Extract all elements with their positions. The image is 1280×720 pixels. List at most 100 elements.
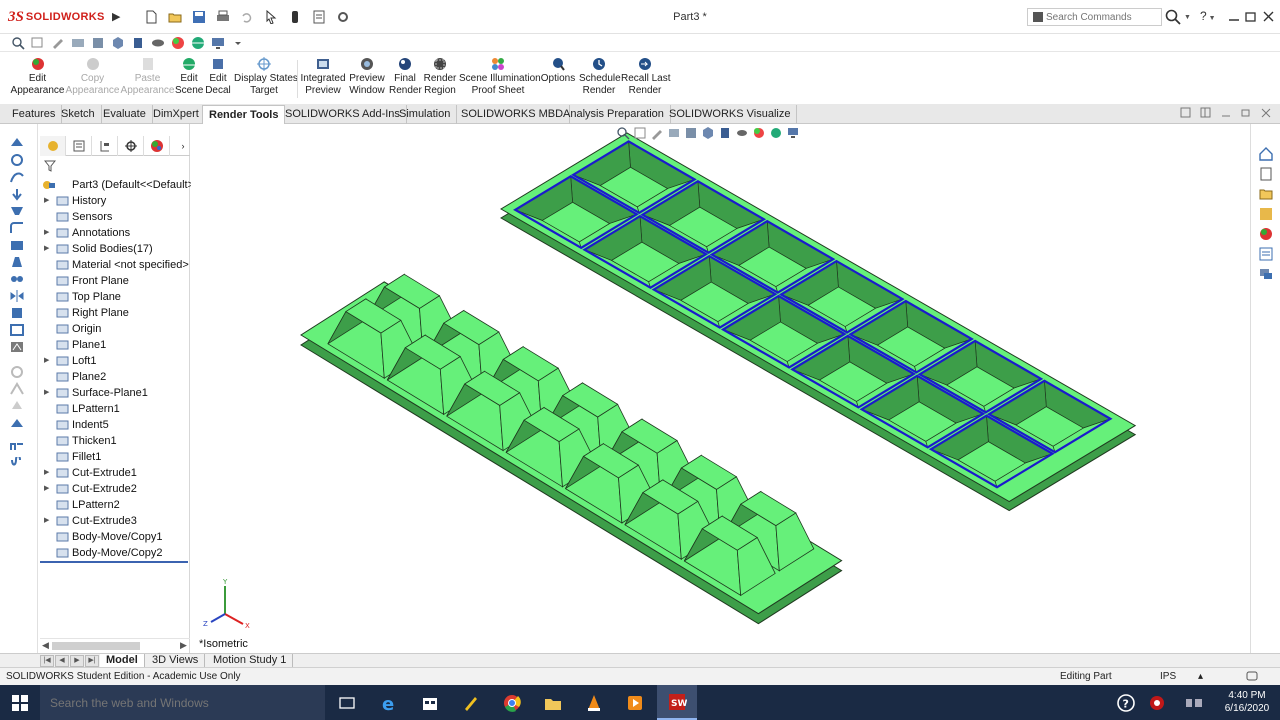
wrap-icon[interactable] (9, 323, 25, 337)
maximize-icon[interactable] (1243, 9, 1259, 25)
scroll-left-icon[interactable]: ◀ (42, 640, 49, 651)
edit-scene-button[interactable]: Edit Scene (175, 56, 203, 102)
section-view-icon[interactable] (70, 35, 86, 51)
first-tab-icon[interactable]: |◀ (40, 655, 54, 667)
tree-node[interactable]: Origin (40, 321, 190, 337)
expand-arrow-icon[interactable]: ▶ (44, 481, 52, 497)
helix-icon[interactable] (9, 457, 25, 471)
tree-node[interactable]: Sensors (40, 209, 190, 225)
last-tab-icon[interactable]: ▶| (85, 655, 99, 667)
tree-node[interactable]: ▶ Loft1 (40, 353, 190, 369)
select-arrow-icon[interactable] (262, 9, 280, 25)
expand-arrow-icon[interactable]: ▶ (44, 193, 52, 209)
reference-geometry-icon[interactable] (9, 417, 25, 431)
options-button[interactable]: Options (539, 56, 577, 102)
schedule-render-button[interactable]: Schedule Render (579, 56, 621, 102)
view-settings-icon[interactable] (786, 126, 800, 140)
tab-analysis-preparation[interactable]: Analysis Preparation (557, 105, 671, 124)
rib-icon[interactable] (9, 306, 25, 320)
task-view-icon[interactable] (327, 685, 367, 720)
scene-illumination-proof-sheet-button[interactable]: Scene Illumination Proof Sheet (459, 56, 541, 102)
curves-disabled-icon[interactable] (9, 365, 25, 379)
doc-restore-icon[interactable] (1240, 107, 1252, 119)
mirror-icon[interactable] (9, 289, 25, 303)
close-icon[interactable] (1261, 9, 1277, 25)
extrude-boss-icon[interactable] (9, 136, 25, 150)
next-tab-icon[interactable]: ▶ (70, 655, 84, 667)
featuremanager-tab[interactable] (40, 136, 66, 156)
tab-dimxpert[interactable]: DimXpert (147, 105, 206, 124)
tree-node[interactable]: Indent5 (40, 417, 190, 433)
tree-node[interactable]: ▶ History (40, 193, 190, 209)
traffic-light-icon[interactable] (286, 9, 304, 25)
loft-icon[interactable] (9, 204, 25, 218)
doc-minimize-icon[interactable] (1220, 107, 1232, 119)
tab-motion-study-1[interactable]: Motion Study 1 (207, 654, 294, 668)
save-icon[interactable] (190, 9, 208, 25)
appearances-scenes-icon[interactable] (1258, 226, 1274, 242)
intersect-icon[interactable] (9, 340, 25, 354)
tree-node[interactable]: ▶ Annotations (40, 225, 190, 241)
tab-sketch[interactable]: Sketch (55, 105, 102, 124)
vlc-player-icon[interactable] (574, 685, 614, 720)
view-orientation-icon[interactable] (110, 35, 126, 51)
final-render-button[interactable]: Final Render (389, 56, 422, 102)
tab-solidworks-mbd[interactable]: SOLIDWORKS MBD (455, 105, 571, 124)
file-explorer-icon[interactable] (1258, 206, 1274, 222)
tree-node[interactable]: Right Plane (40, 305, 190, 321)
solidworks-logo[interactable]: 3S SOLIDWORKS (8, 8, 105, 26)
tree-node[interactable]: Plane1 (40, 337, 190, 353)
home-icon[interactable] (1258, 146, 1274, 162)
scroll-right-icon[interactable]: ▶ (180, 640, 187, 651)
tree-root-part[interactable]: Part3 (Default<<Default> (40, 177, 194, 193)
zoom-to-fit-icon[interactable] (10, 35, 26, 51)
hide-show-items-icon[interactable] (735, 126, 749, 140)
tab-solidworks-add-ins[interactable]: SOLIDWORKS Add-Ins (279, 105, 407, 124)
tree-node[interactable]: Thicken1 (40, 433, 190, 449)
tree-node[interactable]: ▶ Solid Bodies(17) (40, 241, 190, 257)
menu-expand-arrow-icon[interactable]: ▶ (112, 10, 122, 24)
configurationmanager-tab[interactable] (92, 136, 118, 156)
resources-icon[interactable] (1258, 166, 1274, 182)
tree-node[interactable]: Body-Move/Copy1 (40, 529, 190, 545)
undo-icon[interactable] (238, 9, 256, 25)
expand-arrow-icon[interactable]: ▶ (44, 513, 52, 529)
unit-system[interactable]: IPS (1160, 671, 1176, 682)
instant3d-disabled-icon[interactable] (9, 399, 25, 413)
expand-arrow-icon[interactable]: ▶ (44, 385, 52, 401)
tab-simulation[interactable]: Simulation (393, 105, 458, 124)
shell-icon[interactable] (9, 238, 25, 252)
edit-appearance-icon[interactable] (170, 35, 186, 51)
start-button[interactable] (0, 685, 40, 720)
tree-node[interactable]: LPattern2 (40, 497, 190, 513)
fillet-icon[interactable] (9, 221, 25, 235)
search-commands-input[interactable] (1046, 10, 1158, 24)
pen-tool-icon[interactable] (451, 685, 491, 720)
rollback-bar[interactable] (40, 561, 188, 563)
doc-close-icon[interactable] (1260, 107, 1272, 119)
view-settings-icon[interactable] (210, 35, 226, 51)
tree-node[interactable]: ▶ Cut-Extrude3 (40, 513, 190, 529)
help-tray-icon[interactable]: ? (1106, 685, 1146, 720)
render-region-button[interactable]: Render Region (423, 56, 457, 102)
tree-node[interactable]: Fillet1 (40, 449, 190, 465)
tab-evaluate[interactable]: Evaluate (97, 105, 153, 124)
graphics-area[interactable]: Y X Z *Isometric (191, 124, 1250, 654)
search-icon[interactable]: ▼ (1165, 8, 1193, 26)
new-document-icon[interactable] (142, 9, 160, 25)
filter-icon[interactable] (44, 160, 56, 172)
previous-view-icon[interactable] (50, 35, 66, 51)
pattern-icon[interactable] (9, 272, 25, 286)
paste-appearance-button[interactable]: Paste Appearance (120, 56, 175, 102)
tab-features[interactable]: Features (6, 105, 63, 124)
tree-node[interactable]: Top Plane (40, 289, 190, 305)
dimxpertmanager-tab[interactable] (118, 136, 144, 156)
search-dropdown-icon[interactable]: ▼ (1184, 14, 1191, 21)
search-commands-box[interactable] (1027, 8, 1162, 26)
edit-appearance-icon[interactable] (752, 126, 766, 140)
dynamic-annotation-icon[interactable] (90, 35, 106, 51)
zoom-area-icon[interactable] (30, 35, 46, 51)
tree-node[interactable]: Front Plane (40, 273, 190, 289)
propertymanager-tab[interactable] (66, 136, 92, 156)
tree-node[interactable]: ▶ Cut-Extrude2 (40, 481, 190, 497)
